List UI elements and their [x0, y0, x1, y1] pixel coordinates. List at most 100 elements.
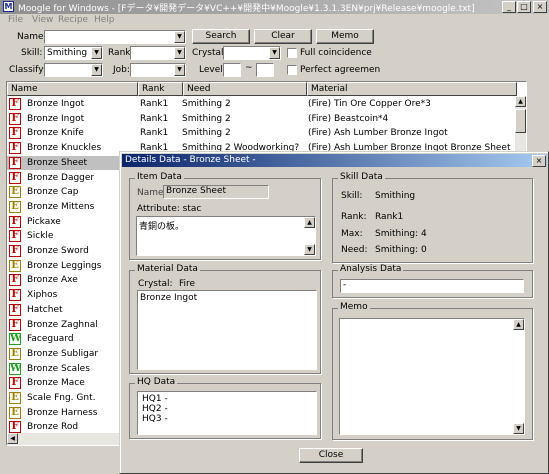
- memo-group: Memo ▲ ▼: [332, 302, 533, 440]
- column-header-need[interactable]: Need: [183, 82, 307, 96]
- item-type-icon: F: [9, 230, 21, 243]
- job-label: Job:: [113, 65, 130, 75]
- menu-recipe[interactable]: Recipe: [58, 15, 88, 25]
- hq3-text: HQ3 -: [142, 414, 168, 424]
- classify-combo[interactable]: ▼: [44, 63, 103, 77]
- scroll-up-button[interactable]: ▲: [304, 217, 315, 228]
- maximize-button[interactable]: □: [517, 1, 531, 13]
- crystal-value: Fire: [179, 279, 196, 289]
- menu-help[interactable]: Help: [94, 15, 115, 25]
- skill-value: Smithing: [375, 191, 416, 201]
- skill-label: Skill:: [21, 48, 43, 58]
- rank-combo[interactable]: ▼: [130, 46, 186, 60]
- skill-combo[interactable]: Smithing ▼: [44, 46, 103, 60]
- item-type-icon: W: [9, 333, 22, 346]
- details-title: Details Data - Bronze Sheet -: [125, 155, 256, 165]
- name-label: Name:: [17, 32, 47, 42]
- chevron-down-icon[interactable]: ▼: [174, 31, 185, 43]
- job-combo[interactable]: ▼: [130, 63, 186, 77]
- memo-button[interactable]: Memo: [316, 29, 374, 44]
- item-type-icon: E: [9, 406, 21, 419]
- material-data-title: Material Data: [135, 264, 200, 274]
- hq-list-box: HQ1 - HQ2 - HQ3 -: [137, 391, 317, 435]
- chevron-down-icon[interactable]: ▼: [174, 47, 185, 59]
- item-type-icon: E: [9, 186, 21, 199]
- item-data-group: Item Data Name: Bronze Sheet Attribute: …: [129, 172, 321, 260]
- item-type-icon: F: [9, 303, 21, 316]
- analysis-field[interactable]: -: [340, 279, 524, 293]
- full-coincidence-label: Full coincidence: [300, 48, 372, 58]
- item-data-title: Item Data: [135, 172, 184, 182]
- skill-value: Smithing: [47, 48, 88, 58]
- description-text: 青銅の板。: [139, 222, 185, 232]
- crystal-combo[interactable]: ▼: [223, 46, 281, 60]
- crystal-label: Crystal:: [138, 279, 173, 289]
- table-row[interactable]: F Bronze Knife Rank1 Smithing 2 (Fire) Ash L…: [7, 126, 517, 141]
- scroll-down-button[interactable]: ▼: [304, 244, 315, 255]
- menu-bar: File View Recipe Help: [0, 14, 549, 28]
- column-header-name[interactable]: Name: [7, 82, 138, 96]
- item-type-icon: F: [9, 274, 21, 287]
- hq2-text: HQ2 -: [142, 404, 168, 414]
- scroll-thumb[interactable]: [515, 109, 526, 133]
- hq-data-group: HQ Data HQ1 - HQ2 - HQ3 -: [129, 377, 321, 439]
- item-type-icon: F: [9, 421, 21, 434]
- level-label: Level:: [199, 65, 226, 75]
- item-name-field: Bronze Sheet: [163, 185, 269, 199]
- full-coincidence-checkbox[interactable]: [287, 48, 297, 58]
- cell-name: Bronze Ingot: [27, 113, 85, 124]
- item-type-icon: F: [9, 112, 21, 125]
- chevron-down-icon[interactable]: ▼: [269, 47, 280, 59]
- chevron-down-icon[interactable]: ▼: [91, 64, 102, 76]
- name-combo[interactable]: ▼: [44, 30, 186, 44]
- crystal-label: Crystal:: [192, 48, 227, 58]
- item-type-icon: F: [9, 171, 21, 184]
- skill-data-group: Skill Data Skill: Smithing Rank: Rank1 M…: [332, 172, 533, 263]
- item-type-icon: F: [9, 245, 21, 257]
- level-to-input[interactable]: [256, 63, 274, 77]
- perfect-agreement-checkbox[interactable]: [287, 65, 297, 75]
- memo-title: Memo: [338, 302, 370, 312]
- table-row[interactable]: F Bronze Ingot Rank1 Smithing 2 (Fire) Tin O…: [7, 97, 517, 112]
- scroll-down-button[interactable]: ▼: [513, 423, 524, 434]
- item-type-icon: F: [9, 318, 21, 331]
- scroll-left-button[interactable]: ◀: [7, 433, 18, 444]
- clear-button[interactable]: Clear: [254, 29, 312, 44]
- window-title: Moogle for Windows - [Fデータ¥開発データ¥VC++¥開発…: [18, 4, 475, 14]
- memo-textarea[interactable]: ▲ ▼: [339, 318, 525, 435]
- item-type-icon: E: [9, 392, 21, 404]
- menu-view[interactable]: View: [32, 15, 53, 25]
- level-from-input[interactable]: [223, 63, 241, 77]
- app-icon: M: [3, 1, 14, 12]
- item-type-icon: F: [9, 377, 21, 390]
- cell-material: (Fire) Ash Lumber Bronze Ingot: [308, 128, 448, 139]
- scroll-up-button[interactable]: ▲: [515, 96, 526, 107]
- menu-file[interactable]: File: [8, 15, 23, 25]
- column-header-rank[interactable]: Rank: [138, 82, 183, 96]
- rank-label: Rank:: [341, 212, 367, 222]
- close-dialog-button[interactable]: ×: [532, 155, 546, 167]
- analysis-data-title: Analysis Data: [338, 264, 404, 274]
- perfect-agreement-label: Perfect agreemen: [300, 65, 381, 75]
- cell-rank: Rank1: [140, 99, 169, 109]
- close-window-button[interactable]: ×: [533, 1, 547, 13]
- material-item: Bronze Ingot: [140, 293, 198, 303]
- material-data-group: Material Data Crystal: Fire Bronze Ingot: [129, 264, 321, 374]
- minimize-button[interactable]: _: [502, 1, 516, 13]
- search-button[interactable]: Search: [192, 29, 250, 44]
- table-row[interactable]: F Bronze Ingot Rank1 Smithing 2 (Fire) Beast…: [7, 112, 517, 127]
- cell-need: Smithing 2: [182, 113, 231, 124]
- details-title-bar: Details Data - Bronze Sheet -: [122, 154, 547, 167]
- item-type-icon: F: [9, 142, 21, 155]
- item-type-icon: F: [9, 127, 21, 140]
- item-type-icon: E: [9, 347, 21, 360]
- details-dialog: Details Data - Bronze Sheet - × Item Dat…: [119, 151, 549, 474]
- need-label: Need:: [341, 245, 368, 255]
- column-header-material[interactable]: Material: [307, 82, 517, 96]
- close-button[interactable]: Close: [299, 448, 363, 463]
- scroll-up-button[interactable]: ▲: [513, 319, 524, 330]
- cell-need: Smithing 2: [182, 128, 231, 139]
- chevron-down-icon[interactable]: ▼: [174, 64, 185, 76]
- chevron-down-icon[interactable]: ▼: [91, 47, 102, 59]
- cell-need: Smithing 2: [182, 99, 231, 109]
